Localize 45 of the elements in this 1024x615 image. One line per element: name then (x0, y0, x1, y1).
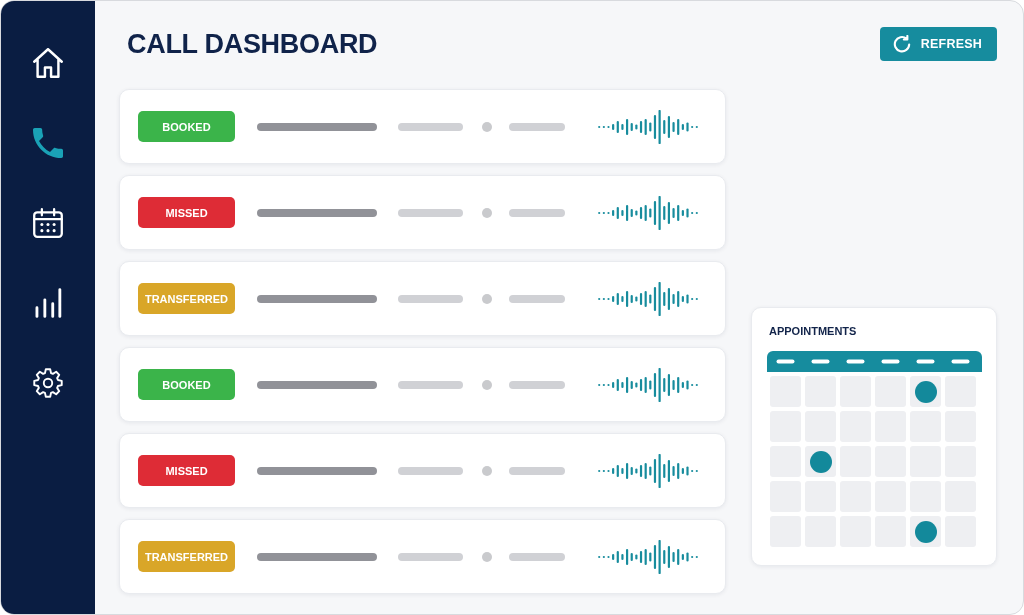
skeleton-line (398, 380, 463, 389)
skeleton-line (509, 552, 565, 561)
page-title: CALL DASHBOARD (127, 28, 378, 60)
dot-icon (482, 293, 492, 304)
calendar-day-cell[interactable] (910, 516, 941, 547)
skeleton-line (398, 466, 463, 475)
status-badge: TRANSFERRED (138, 541, 235, 572)
dot-icon (482, 121, 492, 132)
appointment-dot-icon (809, 450, 832, 473)
waveform-icon (598, 195, 698, 230)
dot-icon (482, 551, 492, 562)
panel-title: APPOINTMENTS (769, 324, 858, 338)
skeleton-line (398, 552, 463, 561)
status-badge: TRANSFERRED (138, 283, 235, 314)
skeleton-line (509, 208, 565, 217)
appointment-dot-icon (914, 380, 937, 403)
skeleton-line (398, 122, 463, 131)
skeleton-line (509, 122, 565, 131)
bar-chart-icon[interactable] (33, 288, 63, 318)
settings-icon[interactable] (33, 368, 63, 398)
skeleton-line (398, 208, 463, 217)
dot-icon (482, 207, 492, 218)
calendar-icon[interactable] (33, 208, 63, 238)
dot-icon (482, 465, 492, 476)
appointment-dot-icon (914, 520, 937, 543)
calendar-day-cell[interactable] (910, 376, 941, 407)
skeleton-line (509, 380, 565, 389)
phone-icon[interactable] (33, 128, 63, 158)
refresh-button[interactable]: REFRESH (879, 27, 997, 61)
waveform-icon (598, 453, 698, 488)
waveform-icon (598, 109, 698, 144)
waveform-icon (598, 281, 698, 316)
skeleton-line (398, 294, 463, 303)
waveform-icon (598, 367, 698, 402)
calendar-day-cell[interactable] (805, 446, 836, 477)
status-badge: BOOKED (138, 111, 235, 142)
status-badge: MISSED (138, 197, 235, 228)
waveform-icon (598, 539, 698, 574)
status-badge: BOOKED (138, 369, 235, 400)
skeleton-line (509, 466, 565, 475)
home-icon[interactable] (33, 48, 63, 78)
refresh-icon (892, 35, 911, 53)
dot-icon (482, 379, 492, 390)
skeleton-line (509, 294, 565, 303)
status-badge: MISSED (138, 455, 235, 486)
